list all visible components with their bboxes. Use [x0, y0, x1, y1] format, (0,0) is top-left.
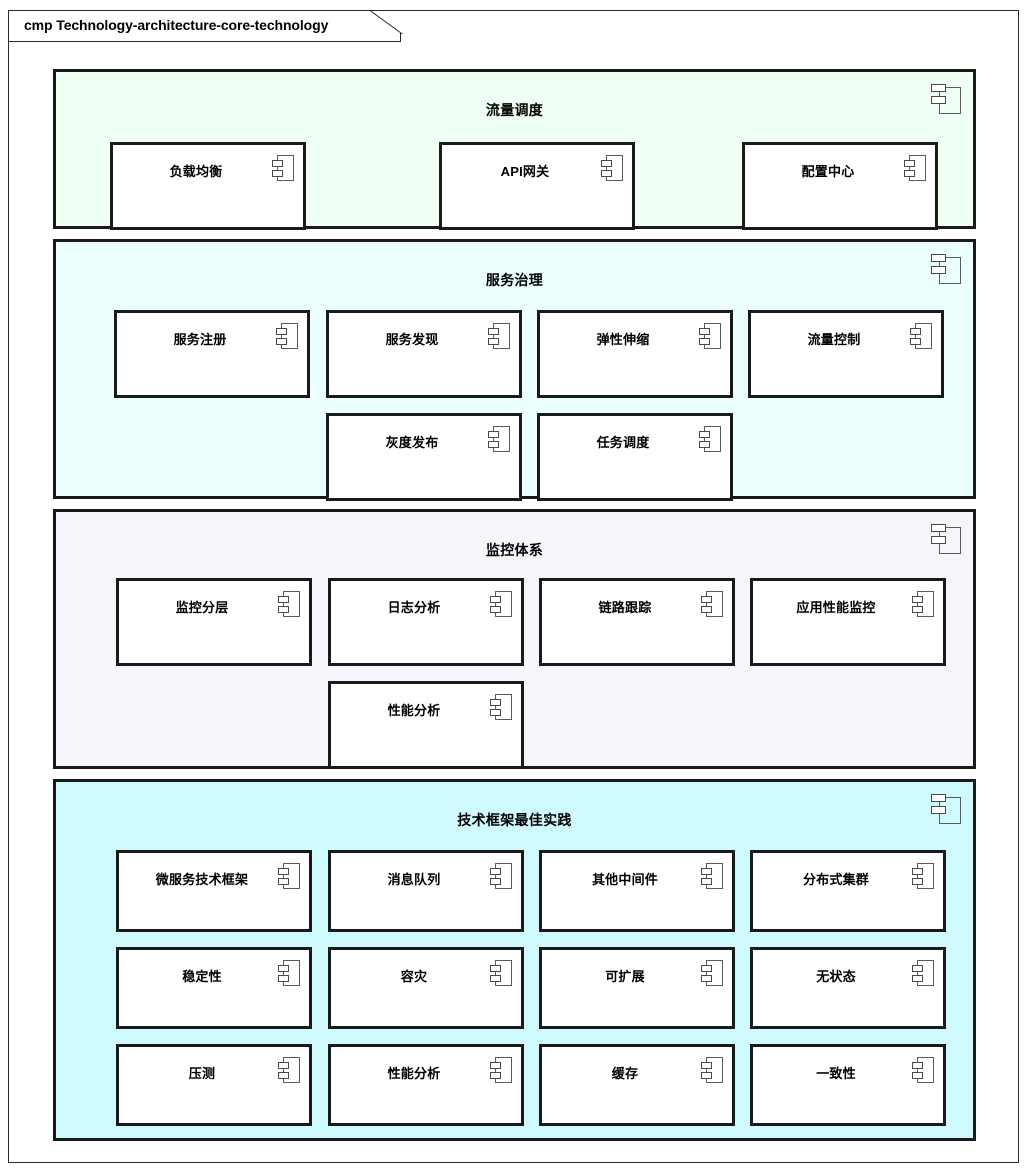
component-box[interactable]: 服务发现 [326, 310, 522, 398]
component-icon [699, 426, 721, 452]
diagram-title: cmp Technology-architecture-core-technol… [24, 17, 329, 33]
component-icon [278, 863, 300, 889]
component-icon [699, 323, 721, 349]
component-box[interactable]: 容灾 [328, 947, 524, 1029]
component-box[interactable]: 分布式集群 [750, 850, 946, 932]
package-title: 服务治理 [485, 272, 544, 288]
component-box[interactable]: 任务调度 [537, 413, 733, 501]
component-icon [272, 155, 294, 181]
package-monitoring-system[interactable]: 监控体系监控分层 日志分析 链路跟踪 应用性能监控性能分析 [53, 509, 976, 769]
component-box[interactable]: 无状态 [750, 947, 946, 1029]
component-icon [278, 960, 300, 986]
component-icon [701, 863, 723, 889]
component-box[interactable]: 可扩展 [539, 947, 735, 1029]
component-icon [488, 426, 510, 452]
component-icon [278, 591, 300, 617]
component-box[interactable]: 稳定性 [116, 947, 312, 1029]
component-icon [912, 591, 934, 617]
component-box[interactable]: 应用性能监控 [750, 578, 946, 666]
component-box[interactable]: 负载均衡 [110, 142, 306, 230]
component-box[interactable]: 服务注册 [114, 310, 310, 398]
component-icon [931, 524, 961, 554]
component-box[interactable]: API网关 [439, 142, 635, 230]
component-box[interactable]: 其他中间件 [539, 850, 735, 932]
component-icon [912, 1057, 934, 1083]
component-box[interactable]: 消息队列 [328, 850, 524, 932]
component-icon [701, 960, 723, 986]
component-icon [490, 591, 512, 617]
diagram-title-tab: cmp Technology-architecture-core-technol… [9, 11, 401, 42]
component-icon [490, 1057, 512, 1083]
component-icon [490, 863, 512, 889]
component-icon [701, 1057, 723, 1083]
component-icon [931, 794, 961, 824]
component-box[interactable]: 日志分析 [328, 578, 524, 666]
component-box[interactable]: 缓存 [539, 1044, 735, 1126]
component-box[interactable]: 微服务技术框架 [116, 850, 312, 932]
component-box[interactable]: 一致性 [750, 1044, 946, 1126]
component-box[interactable]: 性能分析 [328, 681, 524, 769]
component-icon [490, 960, 512, 986]
component-box[interactable]: 弹性伸缩 [537, 310, 733, 398]
component-icon [910, 323, 932, 349]
component-icon [276, 323, 298, 349]
component-icon [490, 694, 512, 720]
package-tech-framework-best-practice[interactable]: 技术框架最佳实践微服务技术框架 消息队列 其他中间件 分布式集群稳定性 容灾 可扩展 无状态… [53, 779, 976, 1141]
component-box[interactable]: 配置中心 [742, 142, 938, 230]
component-icon [488, 323, 510, 349]
component-icon [912, 960, 934, 986]
component-icon [278, 1057, 300, 1083]
component-box[interactable]: 性能分析 [328, 1044, 524, 1126]
component-box[interactable]: 流量控制 [748, 310, 944, 398]
package-title: 监控体系 [485, 542, 544, 558]
component-box[interactable]: 灰度发布 [326, 413, 522, 501]
component-icon [931, 84, 961, 114]
component-box[interactable]: 压测 [116, 1044, 312, 1126]
package-service-governance[interactable]: 服务治理服务注册 服务发现 弹性伸缩 流量控制灰度发布 任务调度 [53, 239, 976, 501]
package-title: 技术框架最佳实践 [457, 812, 572, 828]
component-icon [912, 863, 934, 889]
component-box[interactable]: 监控分层 [116, 578, 312, 666]
component-box[interactable]: 链路跟踪 [539, 578, 735, 666]
package-title: 流量调度 [485, 102, 544, 118]
package-traffic-scheduling[interactable]: 流量调度负载均衡 API网关 配置中心 [53, 69, 976, 230]
component-icon [904, 155, 926, 181]
component-icon [601, 155, 623, 181]
component-icon [701, 591, 723, 617]
uml-component-diagram-frame: cmp Technology-architecture-core-technol… [8, 10, 1019, 1163]
component-icon [931, 254, 961, 284]
